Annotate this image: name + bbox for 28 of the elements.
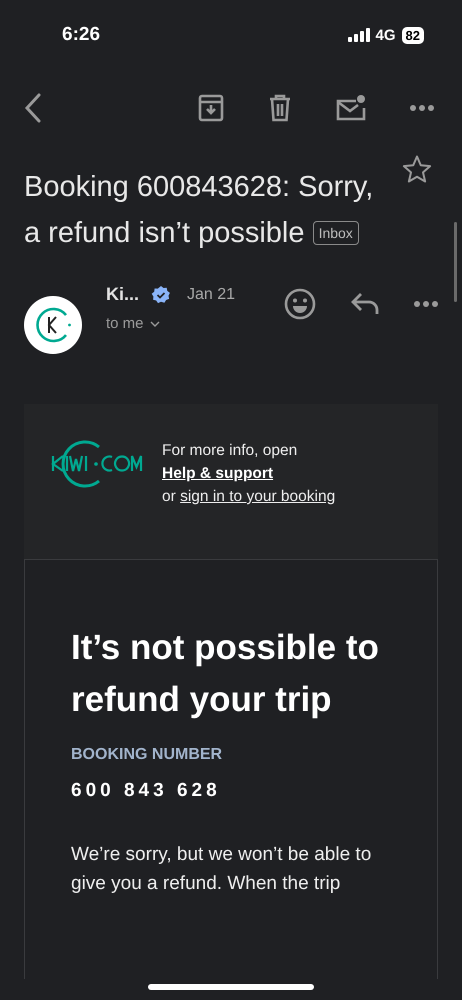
reply-icon[interactable] xyxy=(350,292,380,316)
email-subject: Booking 600843628: Sorry, a refund isn’t possible Inbox xyxy=(24,170,374,251)
email-heading: It’s not possible to refund your trip xyxy=(71,627,380,721)
star-icon[interactable] xyxy=(402,154,432,184)
mail-unread-icon[interactable] xyxy=(336,94,366,122)
archive-icon[interactable] xyxy=(198,94,224,122)
back-icon[interactable] xyxy=(24,93,42,123)
battery-indicator: 82 xyxy=(402,26,424,44)
sender-name: Ki... xyxy=(106,284,140,305)
inbox-label: Inbox xyxy=(312,221,359,245)
network-label: 4G xyxy=(376,26,396,44)
emoji-icon[interactable] xyxy=(284,288,316,320)
sender-avatar[interactable] xyxy=(24,296,82,354)
booking-number-label: BOOKING NUMBER xyxy=(71,746,224,764)
chevron-down-icon xyxy=(150,320,160,326)
email-paragraph: We’re sorry, but we won’t be able to give you a refund. When the trip xyxy=(71,843,372,896)
or-text: or xyxy=(162,488,176,505)
delete-icon[interactable] xyxy=(268,94,292,122)
more-icon[interactable] xyxy=(410,105,434,111)
info-text: For more info, open xyxy=(162,441,298,461)
signal-icon xyxy=(348,28,370,42)
sign-in-link[interactable]: sign in to your booking xyxy=(180,488,336,505)
recipient-toggle[interactable]: to me xyxy=(106,315,160,332)
booking-number: 600 843 628 xyxy=(71,780,222,802)
help-support-link[interactable]: Help & support xyxy=(162,462,336,485)
status-time: 6:26 xyxy=(62,24,100,46)
more-icon[interactable] xyxy=(414,301,438,307)
email-date: Jan 21 xyxy=(187,286,236,304)
